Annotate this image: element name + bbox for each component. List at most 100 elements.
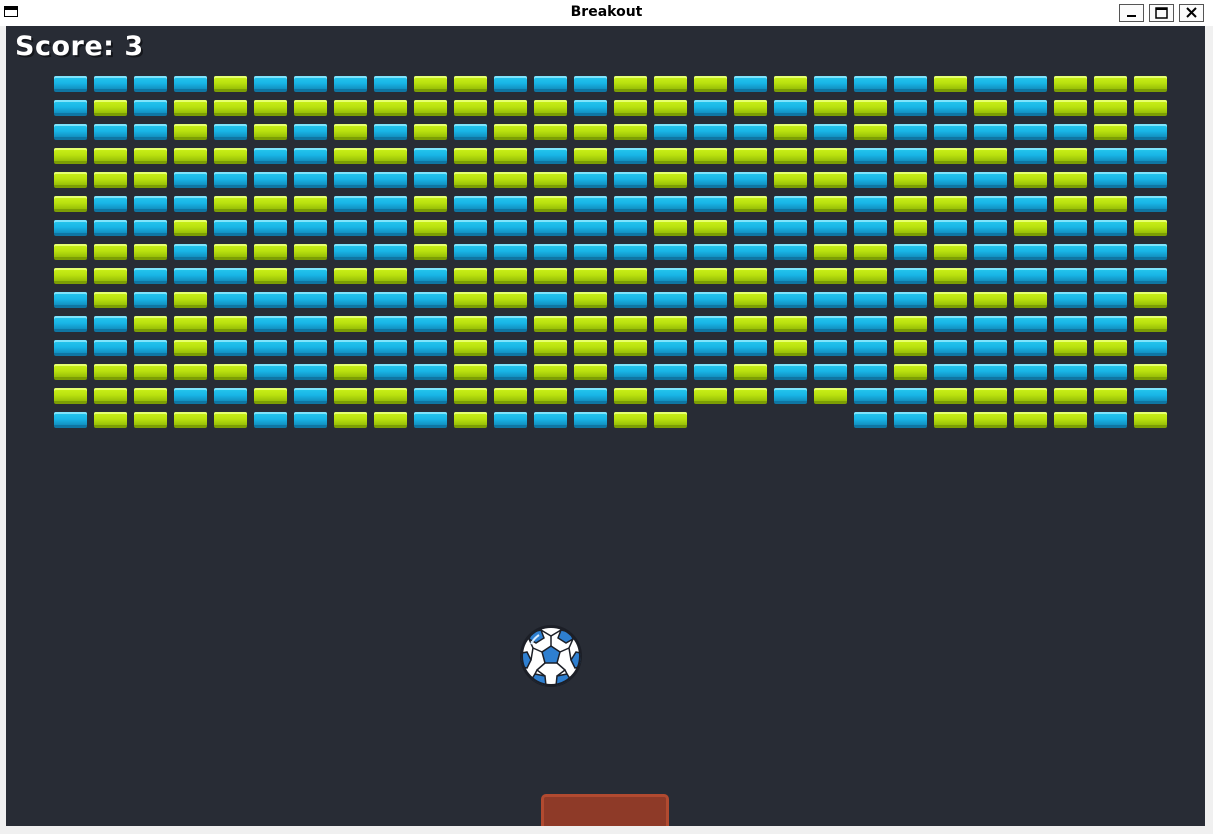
brick-lime xyxy=(614,124,647,140)
score-label: Score: 3 xyxy=(15,31,144,62)
brick-cyan xyxy=(1134,196,1167,212)
brick-lime xyxy=(774,148,807,164)
maximize-button[interactable] xyxy=(1149,4,1174,22)
brick-cyan xyxy=(334,292,367,308)
brick-lime xyxy=(214,100,247,116)
brick-lime xyxy=(1094,196,1127,212)
brick-cyan xyxy=(974,316,1007,332)
brick-cyan xyxy=(654,292,687,308)
brick-cyan xyxy=(374,172,407,188)
brick-lime xyxy=(574,148,607,164)
brick-cyan xyxy=(894,124,927,140)
brick-cyan xyxy=(414,388,447,404)
brick-lime xyxy=(454,148,487,164)
brick-lime xyxy=(334,412,367,428)
brick-cyan xyxy=(974,268,1007,284)
brick-cyan xyxy=(254,76,287,92)
brick-lime xyxy=(974,292,1007,308)
brick-cyan xyxy=(254,364,287,380)
brick-lime xyxy=(774,172,807,188)
brick-cyan xyxy=(1054,220,1087,236)
brick-lime xyxy=(1054,196,1087,212)
brick-cyan xyxy=(134,292,167,308)
brick-lime xyxy=(934,76,967,92)
brick-lime xyxy=(414,76,447,92)
brick-cyan xyxy=(614,172,647,188)
brick-cyan xyxy=(1094,220,1127,236)
brick-cyan xyxy=(974,76,1007,92)
brick-lime xyxy=(454,292,487,308)
brick-lime xyxy=(94,268,127,284)
brick-lime xyxy=(54,364,87,380)
brick-cyan xyxy=(414,268,447,284)
brick-cyan xyxy=(774,220,807,236)
brick-lime xyxy=(214,148,247,164)
brick-lime xyxy=(1094,124,1127,140)
brick-lime xyxy=(334,100,367,116)
brick-cyan xyxy=(574,244,607,260)
brick-cyan xyxy=(694,340,727,356)
brick-cyan xyxy=(774,364,807,380)
brick-lime xyxy=(534,364,567,380)
brick-lime xyxy=(934,412,967,428)
brick-lime xyxy=(734,268,767,284)
brick-cyan xyxy=(414,292,447,308)
brick-cyan xyxy=(1014,196,1047,212)
game-canvas[interactable]: Score: 3 xyxy=(6,26,1205,826)
close-button[interactable] xyxy=(1179,4,1204,22)
brick-cyan xyxy=(494,412,527,428)
brick-lime xyxy=(974,100,1007,116)
brick-lime xyxy=(854,100,887,116)
brick-lime xyxy=(374,388,407,404)
brick-cyan xyxy=(214,388,247,404)
brick-lime xyxy=(94,100,127,116)
brick-lime xyxy=(494,148,527,164)
brick-lime xyxy=(1054,100,1087,116)
brick-cyan xyxy=(694,100,727,116)
brick-cyan xyxy=(734,124,767,140)
brick-lime xyxy=(54,268,87,284)
brick-cyan xyxy=(494,196,527,212)
brick-cyan xyxy=(174,268,207,284)
brick-lime xyxy=(174,412,207,428)
brick-lime xyxy=(534,172,567,188)
brick-lime xyxy=(1014,172,1047,188)
paddle[interactable] xyxy=(541,794,669,826)
brick-cyan xyxy=(134,196,167,212)
brick-lime xyxy=(174,316,207,332)
brick-lime xyxy=(1134,364,1167,380)
brick-lime xyxy=(134,388,167,404)
brick-cyan xyxy=(974,244,1007,260)
soccer-ball-icon xyxy=(520,625,582,687)
brick-lime xyxy=(374,412,407,428)
brick-cyan xyxy=(454,220,487,236)
brick-lime xyxy=(1094,340,1127,356)
window-titlebar[interactable]: Breakout xyxy=(0,0,1213,26)
brick-cyan xyxy=(534,220,567,236)
brick-lime xyxy=(214,76,247,92)
brick-lime xyxy=(1134,316,1167,332)
brick-cyan xyxy=(854,220,887,236)
brick-lime xyxy=(694,76,727,92)
brick-cyan xyxy=(694,196,727,212)
brick-cyan xyxy=(1094,172,1127,188)
brick-lime xyxy=(614,268,647,284)
brick-cyan xyxy=(54,124,87,140)
brick-cyan xyxy=(1014,340,1047,356)
brick-lime xyxy=(614,100,647,116)
brick-lime xyxy=(814,100,847,116)
brick-cyan xyxy=(134,268,167,284)
brick-lime xyxy=(894,220,927,236)
brick-lime xyxy=(934,292,967,308)
minimize-button[interactable] xyxy=(1119,4,1144,22)
brick-cyan xyxy=(894,148,927,164)
brick-lime xyxy=(814,268,847,284)
brick-lime xyxy=(1054,172,1087,188)
brick-lime xyxy=(614,316,647,332)
brick-lime xyxy=(694,268,727,284)
brick-lime xyxy=(334,268,367,284)
brick-cyan xyxy=(1134,388,1167,404)
brick-cyan xyxy=(1054,292,1087,308)
brick-lime xyxy=(1054,340,1087,356)
brick-lime xyxy=(574,340,607,356)
